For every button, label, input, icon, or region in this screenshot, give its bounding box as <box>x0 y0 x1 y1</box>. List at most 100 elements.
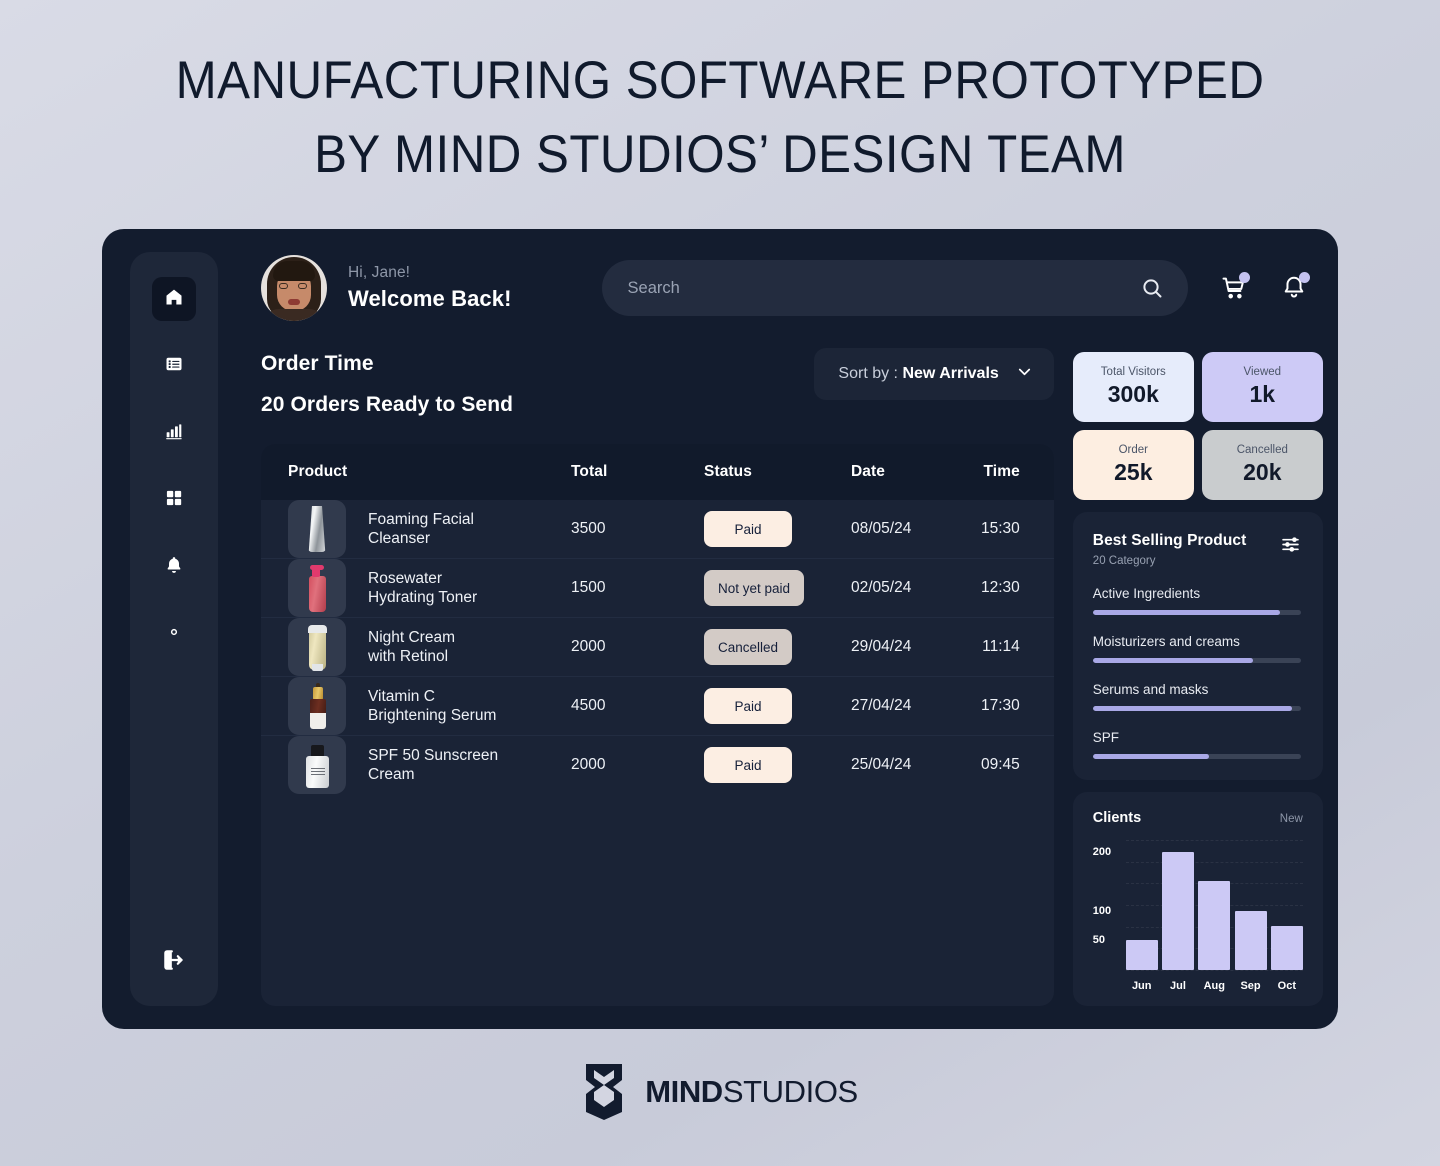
table-row[interactable]: Vitamin C Brightening Serum 4500 Paid 27/04… <box>261 676 1054 735</box>
stat-card-viewed[interactable]: Viewed 1k <box>1201 352 1323 422</box>
clients-chart-plot-area: 200 100 50 <box>1093 840 1303 971</box>
status-badge[interactable]: Paid <box>704 747 792 783</box>
status-badge[interactable]: Paid <box>704 511 792 547</box>
chart-x-label: Jul <box>1170 980 1186 992</box>
cell-total: 3500 <box>571 520 606 537</box>
stat-value: 1k <box>1249 381 1276 407</box>
orders-section: Order Time 20 Orders Ready to Send Sort … <box>261 348 1073 1006</box>
table-row[interactable]: Foaming Facial Cleanser 3500 Paid 08/05/24 1… <box>261 500 1054 558</box>
search-input[interactable] <box>627 278 1140 298</box>
stat-card-order[interactable]: Order 25k <box>1072 430 1194 500</box>
chart-bar-column[interactable] <box>1162 840 1194 970</box>
chart-bar[interactable] <box>1162 851 1194 970</box>
cell-time: 12:30 <box>981 579 1020 596</box>
logo-text-bold: MIND <box>645 1074 723 1109</box>
cell-total: 2000 <box>571 756 606 773</box>
app-window: Hi, Jane! Welcome Back! Search Order Tim… <box>102 229 1338 1029</box>
cell-date: 29/04/24 <box>851 638 912 655</box>
chart-bar[interactable] <box>1270 925 1303 970</box>
category-row: SPF <box>1092 730 1301 759</box>
stat-card-cancelled[interactable]: Cancelled 20k <box>1201 430 1323 500</box>
stat-value: 20k <box>1243 459 1282 485</box>
avatar[interactable] <box>261 255 327 321</box>
product-thumbnail <box>288 677 346 735</box>
chart-bars <box>1125 840 1303 970</box>
gear-icon <box>164 622 184 647</box>
sidebar-item-home[interactable] <box>152 277 196 321</box>
cell-product: Foaming Facial Cleanser <box>261 500 571 558</box>
list-icon <box>164 354 184 379</box>
page-title-line-1: MANUFACTURING SOFTWARE PROTOTYPED <box>175 51 1265 110</box>
cell-time: 17:30 <box>981 697 1020 714</box>
orders-header: Order Time 20 Orders Ready to Send Sort … <box>261 348 1054 417</box>
chart-x-label: Aug <box>1203 980 1225 992</box>
search-icon[interactable] <box>1140 276 1164 300</box>
table-row[interactable]: Rosewater Hydrating Toner 1500 Not yet pai… <box>261 558 1054 617</box>
main-content: Hi, Jane! Welcome Back! Search Order Tim… <box>218 252 1323 1006</box>
top-bar: Hi, Jane! Welcome Back! <box>261 252 1323 324</box>
side-panels: Total Visitors 300k Viewed 1k Order 25k Cancel… <box>1072 352 1323 1006</box>
cell-total: 1500 <box>571 579 606 596</box>
product-thumbnail <box>288 559 346 617</box>
cell-date: 27/04/24 <box>851 697 912 714</box>
category-progress-fill <box>1092 658 1253 663</box>
table-row[interactable]: Night Cream with Retinol 2000 Cancelled 29/… <box>261 617 1054 676</box>
category-row: Serums and masks <box>1092 682 1301 711</box>
greeting-block: Hi, Jane! Welcome Back! <box>348 264 512 312</box>
orders-subtitle: 20 Orders Ready to Send <box>261 393 514 416</box>
cell-date: 02/05/24 <box>851 579 912 596</box>
notifications-badge-dot <box>1298 272 1310 283</box>
cart-icon[interactable] <box>1220 272 1250 302</box>
product-name: Vitamin C Brightening Serum <box>368 688 497 724</box>
cell-time: 11:14 <box>982 638 1020 655</box>
status-badge[interactable]: Cancelled <box>704 629 793 665</box>
search-bar[interactable] <box>601 260 1188 316</box>
best-selling-panel: Best Selling Product 20 Category Active … <box>1072 512 1323 780</box>
clients-chart-plot: 200 100 50 Jun Jul Aug Sep Oct <box>1093 840 1303 992</box>
stat-value: 300k <box>1107 381 1159 407</box>
sort-by-dropdown[interactable]: Sort by : New Arrivals <box>814 348 1054 400</box>
notifications-bell-icon[interactable] <box>1280 272 1310 302</box>
chart-bar[interactable] <box>1234 910 1267 970</box>
bar-chart-icon <box>164 421 184 446</box>
greeting-hi: Hi, Jane! <box>348 264 411 281</box>
mind-studios-logo-icon <box>582 1062 626 1122</box>
cell-product: Vitamin C Brightening Serum <box>261 677 571 735</box>
table-row[interactable]: SPF 50 Sunscreen Cream 2000 Paid 25/04/24 09… <box>261 735 1054 794</box>
clients-chart-title: Clients <box>1092 810 1142 826</box>
sidebar-item-logout[interactable] <box>152 940 196 984</box>
product-name: Rosewater Hydrating Toner <box>368 570 478 606</box>
category-progress-fill <box>1092 754 1210 759</box>
product-thumbnail <box>288 736 346 794</box>
product-name: SPF 50 Sunscreen Cream <box>368 747 499 783</box>
top-bar-icons <box>1220 272 1310 302</box>
chart-bar[interactable] <box>1125 940 1158 970</box>
status-badge[interactable]: Not yet paid <box>704 570 805 606</box>
chart-bar-column[interactable] <box>1234 840 1267 970</box>
chart-bar-column[interactable] <box>1270 840 1303 970</box>
sliders-icon[interactable] <box>1280 534 1301 560</box>
clients-chart-action[interactable]: New <box>1280 813 1303 825</box>
orders-title: Order Time <box>261 352 374 375</box>
logo-text-light: STUDIOS <box>722 1074 858 1109</box>
chevron-down-icon <box>1015 362 1034 386</box>
stat-label: Total Visitors <box>1100 366 1166 378</box>
sidebar-item-notifications[interactable] <box>152 545 196 589</box>
sidebar-item-dashboard[interactable] <box>152 478 196 522</box>
cell-product: Night Cream with Retinol <box>261 618 571 676</box>
status-badge[interactable]: Paid <box>704 688 792 724</box>
sort-by-value: New Arrivals <box>902 365 999 382</box>
sidebar-item-analytics[interactable] <box>152 411 196 455</box>
column-header-total: Total <box>571 463 608 480</box>
column-header-time: Time <box>983 463 1020 480</box>
chart-x-label: Oct <box>1277 980 1297 992</box>
stat-cards: Total Visitors 300k Viewed 1k Order 25k Cancel… <box>1072 352 1323 500</box>
stat-card-visitors[interactable]: Total Visitors 300k <box>1072 352 1194 422</box>
clients-chart-x-axis: Jun Jul Aug Sep Oct <box>1126 980 1303 992</box>
sidebar-item-settings[interactable] <box>152 612 196 656</box>
category-row: Active Ingredients <box>1092 586 1301 615</box>
chart-bar[interactable] <box>1198 881 1231 970</box>
chart-bar-column[interactable] <box>1198 840 1231 970</box>
sidebar-item-orders[interactable] <box>152 344 196 388</box>
chart-bar-column[interactable] <box>1125 840 1158 970</box>
